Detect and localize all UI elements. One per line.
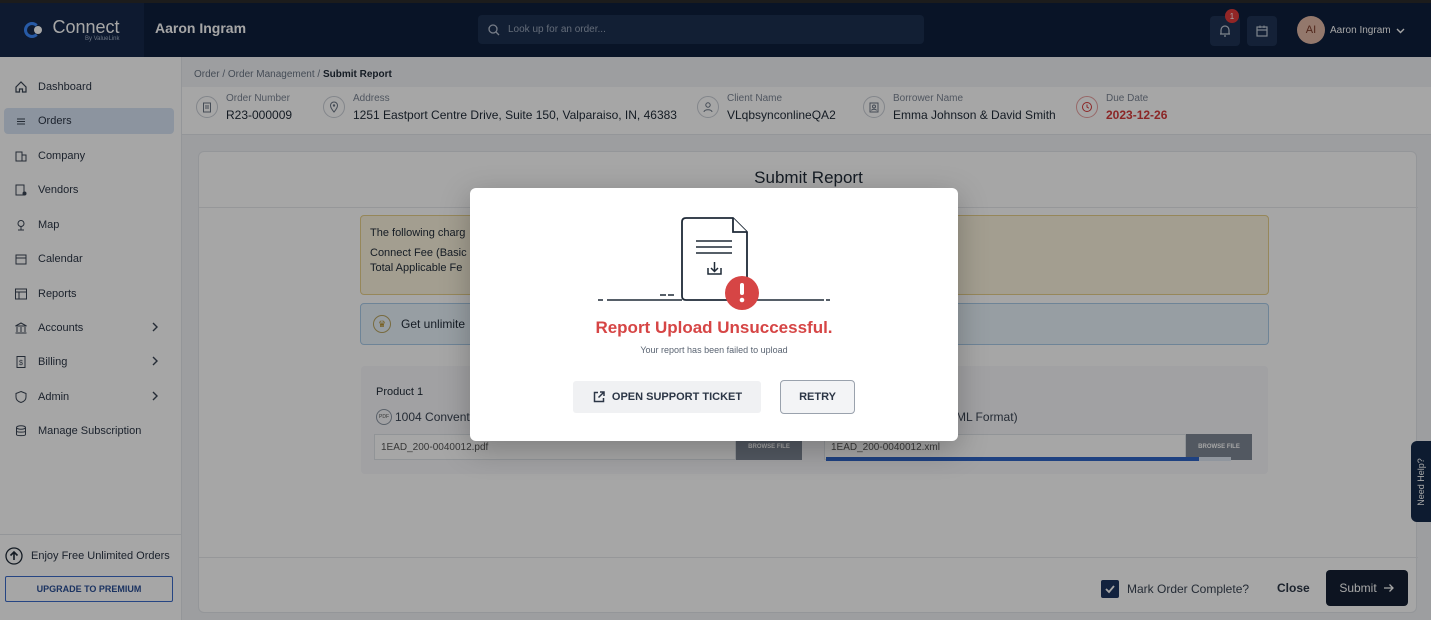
retry-button[interactable]: RETRY — [780, 380, 855, 414]
upload-error-modal: Report Upload Unsuccessful. Your report … — [470, 188, 958, 441]
open-support-ticket-button[interactable]: OPEN SUPPORT TICKET — [573, 381, 761, 413]
support-ticket-label: OPEN SUPPORT TICKET — [611, 391, 743, 403]
modal-subtitle: Your report has been failed to upload — [640, 345, 788, 355]
error-exclamation-icon — [725, 276, 759, 310]
external-link-icon — [593, 391, 605, 403]
modal-title: Report Upload Unsuccessful. — [595, 318, 833, 337]
upload-failed-illustration — [598, 217, 830, 310]
